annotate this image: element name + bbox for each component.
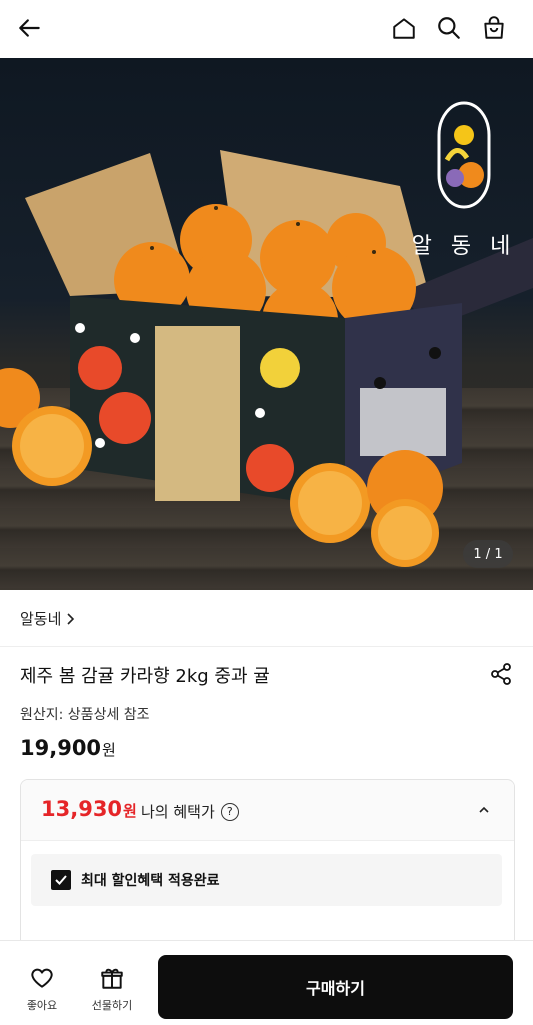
gift-button[interactable]: 선물하기 (82, 965, 142, 1013)
store-link[interactable]: 알동네 (20, 608, 75, 629)
heart-icon (31, 968, 53, 988)
share-button[interactable] (487, 660, 515, 688)
brand-logo-emblem (437, 101, 491, 209)
benefit-label-group: 나의 혜택가 ? (141, 801, 239, 822)
back-arrow-icon (19, 19, 40, 37)
gift-label: 선물하기 (91, 999, 133, 1012)
share-icon (491, 663, 511, 685)
price-value: 19,900 (20, 736, 102, 760)
chevron-up-icon[interactable] (474, 800, 494, 820)
checkmark-icon (55, 875, 67, 885)
bottom-action-bar: 좋아요 선물하기 구매하기 (0, 940, 533, 1025)
benefit-price: 13,930원 (41, 797, 137, 821)
gift-icon (101, 968, 123, 989)
cart-button[interactable] (476, 10, 512, 46)
home-button[interactable] (386, 10, 422, 46)
product-title: 제주 봄 감귤 카라향 2kg 중과 귤 (20, 666, 270, 687)
max-discount-checkbox[interactable] (51, 870, 71, 890)
info-icon[interactable]: ? (220, 802, 239, 821)
home-icon (393, 18, 415, 39)
buy-button[interactable]: 구매하기 (158, 955, 513, 1019)
search-icon (438, 17, 460, 39)
product-origin: 원산지: 상품상세 참조 (20, 707, 150, 723)
benefit-label: 나의 혜택가 (141, 803, 215, 821)
brand-logo-name: 알 동 네 (411, 234, 517, 259)
like-label: 좋아요 (26, 999, 58, 1012)
benefit-price-value: 13,930 (41, 797, 123, 821)
product-price: 19,900원 (20, 736, 116, 760)
benefit-panel: 13,930원 나의 혜택가 ? 최대 할인혜택 적용완료 (20, 779, 515, 951)
image-counter: 1 / 1 (463, 540, 513, 568)
like-button[interactable]: 좋아요 (12, 965, 72, 1013)
chevron-right-icon (67, 612, 75, 625)
coupon-text: 최대 할인혜택 적용완료 (81, 873, 220, 889)
back-button[interactable] (12, 10, 48, 46)
price-currency: 원 (102, 741, 116, 759)
benefit-header[interactable]: 13,930원 나의 혜택가 ? (21, 780, 514, 841)
benefit-price-currency: 원 (123, 802, 137, 820)
product-image[interactable]: 알 동 네 1 / 1 (0, 58, 533, 590)
brand-logo: 알 동 네 (409, 80, 519, 260)
search-button[interactable] (431, 10, 467, 46)
coupon-row: 최대 할인혜택 적용완료 (31, 854, 502, 906)
shopping-bag-icon (484, 16, 504, 39)
store-name: 알동네 (20, 610, 62, 628)
top-bar (0, 0, 533, 56)
store-row: 알동네 (0, 592, 533, 647)
